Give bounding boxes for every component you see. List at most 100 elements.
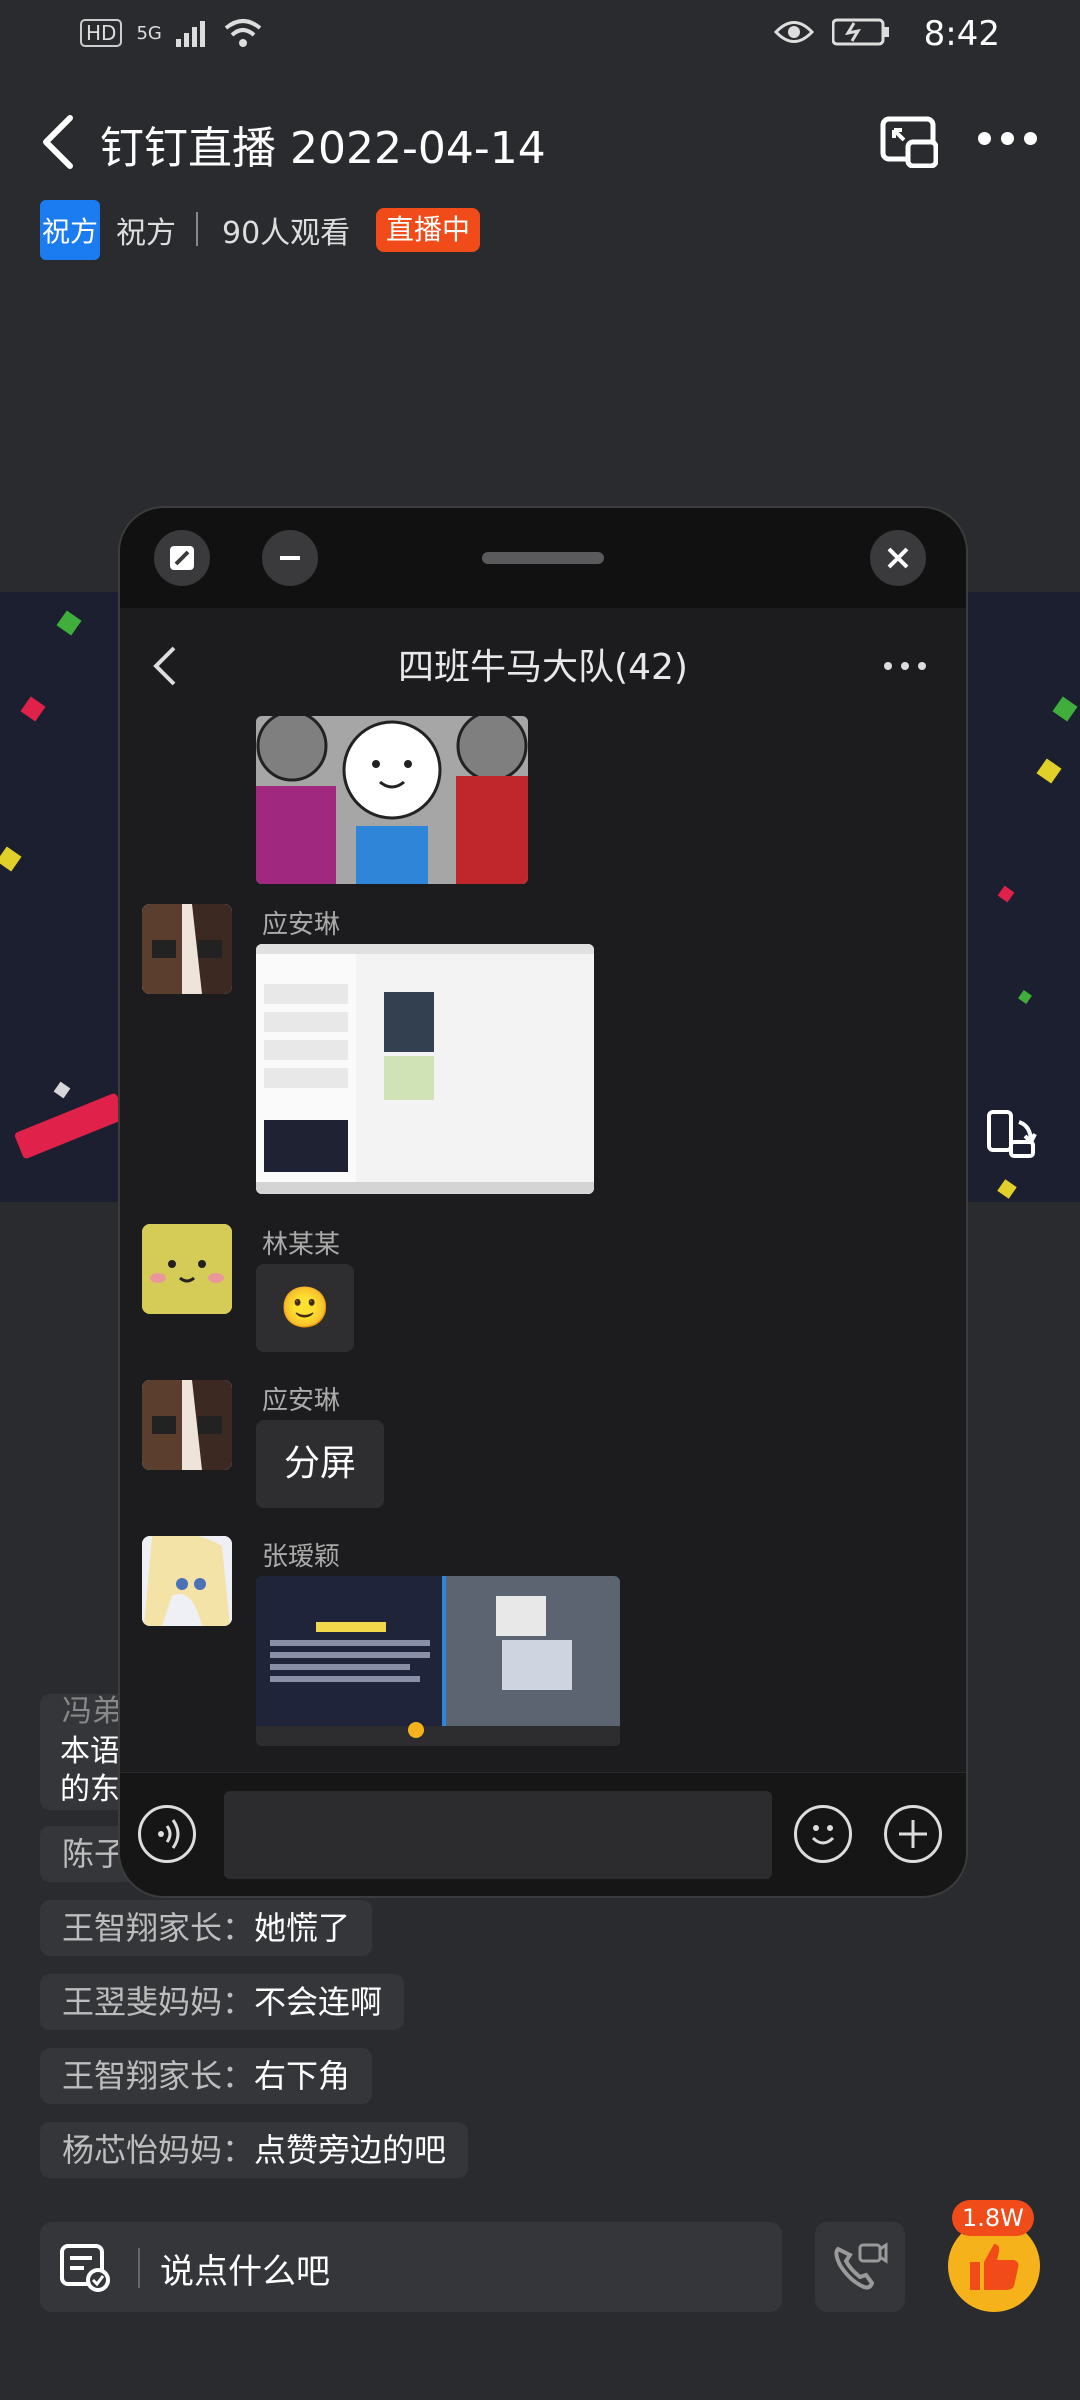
avatar[interactable]: [142, 1536, 232, 1626]
sender-name: 应安琳: [262, 1386, 341, 1416]
image-message[interactable]: [256, 1576, 620, 1746]
battery-icon: [832, 18, 889, 46]
confetti: [1018, 990, 1032, 1004]
avatar-yellow-face: [142, 1224, 232, 1314]
split-screen-thumbnail: [256, 1576, 620, 1746]
picture-in-picture-icon[interactable]: [880, 116, 938, 168]
close-icon: [887, 547, 909, 569]
confetti: [53, 1081, 71, 1099]
status-bar: HD 5G 8:42: [0, 0, 1080, 72]
checklist-icon[interactable]: [58, 2240, 112, 2294]
divider: [138, 2248, 140, 2288]
floating-window-toolbar[interactable]: [120, 508, 966, 608]
rotate-screen-icon[interactable]: [985, 1108, 1037, 1160]
dot: [918, 662, 926, 670]
smiley-glyph: [811, 1825, 835, 1845]
live-status-badge: 直播中: [376, 208, 481, 252]
dot: [978, 132, 991, 145]
avatar[interactable]: [142, 1380, 232, 1470]
phone-video-icon: [834, 2242, 888, 2290]
voice-input-icon[interactable]: [138, 1805, 196, 1863]
signal-icon: [175, 21, 205, 47]
add-icon[interactable]: [884, 1805, 942, 1863]
comment-text: 不会连啊: [254, 1983, 383, 2021]
close-button[interactable]: [870, 530, 926, 586]
comment-author: 杨芯怡妈妈：: [62, 2131, 255, 2169]
chat-input-bar: [120, 1772, 966, 1896]
sender-name: 张瑷颖: [262, 1542, 341, 1572]
comment-row: 杨芯怡妈妈：点赞旁边的吧: [40, 2122, 469, 2178]
dot: [1001, 132, 1014, 145]
video-call-button[interactable]: [815, 2222, 905, 2312]
image-message[interactable]: [256, 716, 528, 884]
status-right-icons: [774, 18, 890, 46]
page-title: 钉钉直播 2022-04-14: [100, 123, 546, 174]
host-name: 祝方: [116, 216, 176, 251]
comment-row: 王翌斐妈妈：不会连啊: [40, 1974, 405, 2030]
dot: [901, 662, 909, 670]
confetti: [1036, 758, 1062, 784]
screenshot-thumbnail: [256, 944, 594, 1194]
hd-badge: HD: [80, 19, 123, 47]
expand-icon: [170, 546, 194, 570]
drag-handle[interactable]: [482, 552, 604, 564]
comment-text: 她慌了: [254, 1909, 351, 1947]
network-label: 5G: [136, 22, 162, 44]
comment-partial-line3: 的东: [60, 1772, 120, 1807]
plus-glyph: [899, 1820, 927, 1848]
eye-icon: [774, 21, 814, 43]
comment-author: 王智翔家长：: [62, 2057, 255, 2095]
thumbs-up-icon: [970, 2244, 1019, 2290]
pencil-graphic: [13, 1092, 127, 1160]
fullscreen-button[interactable]: [154, 530, 210, 586]
comment-text: 右下角: [254, 2057, 351, 2095]
wifi-icon: [224, 19, 262, 47]
confetti: [20, 696, 46, 722]
more-menu-icon[interactable]: [884, 662, 926, 670]
sender-name: 林某某: [262, 1230, 341, 1260]
image-message[interactable]: [256, 944, 594, 1194]
comment-author: 陈子: [62, 1835, 127, 1873]
confetti: [997, 885, 1015, 903]
like-count-badge: 1.8W: [952, 2200, 1034, 2236]
minimize-button[interactable]: [262, 530, 318, 586]
comment-partial: 冯弟 本语 的东: [40, 1694, 130, 1810]
avatar-anime-girl: [142, 1536, 232, 1626]
minimize-icon: [280, 556, 300, 560]
chat-title: 四班牛马大队(42): [398, 647, 688, 688]
host-avatar[interactable]: 祝方: [40, 200, 100, 260]
viewer-count: 90人观看: [222, 216, 351, 251]
confetti: [1052, 696, 1078, 722]
status-left: HD 5G: [80, 18, 262, 48]
dot: [1024, 132, 1037, 145]
comment-row: 王智翔家长：右下角: [40, 2048, 373, 2104]
emoji-bubble[interactable]: 🙂: [256, 1264, 354, 1352]
clock: 8:42: [923, 14, 1000, 54]
avatar[interactable]: [142, 1224, 232, 1314]
avatar-portrait: [142, 904, 232, 994]
comment-author: 王智翔家长：: [62, 1909, 255, 1947]
emoji-icon[interactable]: [794, 1805, 852, 1863]
chat-nav-bar: 四班牛马大队(42): [120, 608, 966, 718]
comment-author: 王翌斐妈妈：: [62, 1983, 255, 2021]
comment-partial-who: 冯弟: [62, 1694, 122, 1729]
confetti: [0, 846, 22, 872]
text-bubble[interactable]: 分屏: [256, 1420, 385, 1508]
comment-input-placeholder[interactable]: 说点什么吧: [160, 2244, 330, 2293]
confetti: [997, 1179, 1017, 1199]
message-text: 分屏: [284, 1443, 357, 1484]
chat-message-input[interactable]: [224, 1791, 772, 1879]
emoji-content: 🙂: [280, 1285, 330, 1331]
comment-row: 王智翔家长：她慌了: [40, 1900, 373, 1956]
floating-chat-window[interactable]: 四班牛马大队(42) 应安琳 林某某 🙂 应安琳 分屏 张瑷颖: [118, 506, 968, 1898]
voice-wave-glyph: [158, 1819, 180, 1849]
comment-input-bar[interactable]: [40, 2222, 782, 2312]
avatar[interactable]: [142, 904, 232, 994]
back-icon[interactable]: [38, 112, 78, 172]
confetti: [56, 610, 82, 636]
cartoon-image: [256, 716, 528, 884]
divider: [196, 212, 198, 246]
more-menu-icon[interactable]: [978, 132, 1042, 152]
avatar-portrait: [142, 1380, 232, 1470]
comment-text: 点赞旁边的吧: [254, 2131, 447, 2169]
